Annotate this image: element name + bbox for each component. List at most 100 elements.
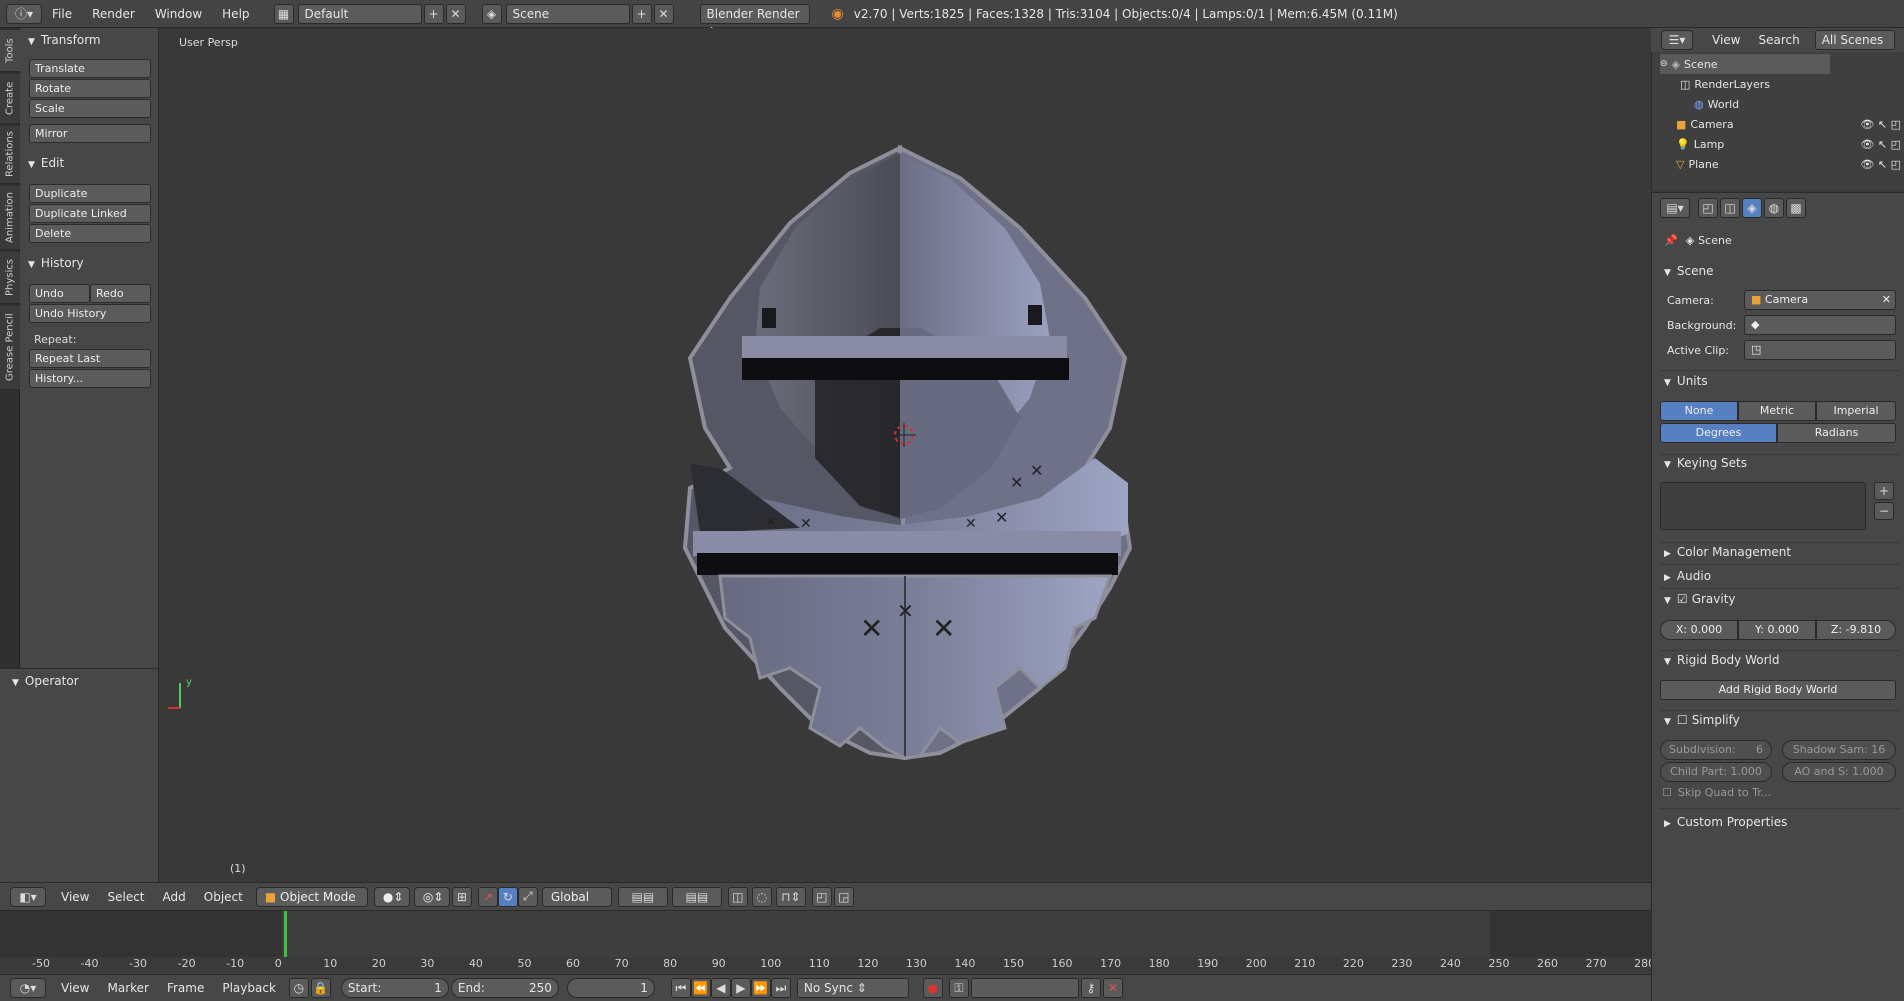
units-imperial-button[interactable]: Imperial: [1816, 401, 1896, 421]
shading-dropdown[interactable]: ●⇕: [373, 886, 410, 907]
remove-keying-set-button[interactable]: −: [1874, 502, 1894, 520]
mode-dropdown[interactable]: ■ Object Mode: [255, 886, 368, 907]
add-scene-button[interactable]: +: [631, 3, 652, 24]
scene-name-field[interactable]: Scene: [505, 3, 630, 24]
outliner-display-mode[interactable]: All Scenes: [1814, 30, 1895, 50]
gravity-panel-header[interactable]: ▼ ☑ Gravity: [1664, 592, 1736, 606]
layout-browse-button[interactable]: ▦: [273, 3, 294, 24]
visibility-eye-icon[interactable]: 👁 ↖ ◰: [1860, 158, 1901, 171]
delete-keyframe-button[interactable]: ✕: [1102, 978, 1123, 998]
viewport-editor-type-button[interactable]: ◧▾: [10, 886, 46, 907]
layers-block-1[interactable]: ▤▤: [617, 886, 668, 907]
keying-sets-panel-header[interactable]: ▼ Keying Sets: [1664, 456, 1747, 470]
visibility-eye-icon[interactable]: 👁 ↖ ◰: [1860, 118, 1901, 131]
color-management-panel-header[interactable]: ▶ Color Management: [1664, 545, 1791, 559]
tab-render[interactable]: ◰: [1698, 198, 1718, 218]
menu-object[interactable]: Object: [195, 890, 252, 904]
remove-layout-button[interactable]: ✕: [445, 3, 466, 24]
insert-keyframe-button[interactable]: ⚷: [1080, 978, 1101, 998]
menu-select[interactable]: Select: [98, 890, 153, 904]
rotate-button[interactable]: Rotate: [29, 79, 151, 98]
menu-add[interactable]: Add: [154, 890, 195, 904]
render-anim-button[interactable]: ◲: [833, 886, 854, 907]
transform-panel-header[interactable]: ▼ Transform: [28, 33, 101, 47]
subdivision-field[interactable]: Subdivision: 6: [1660, 740, 1772, 760]
lock-range-button[interactable]: 🔒: [310, 978, 331, 998]
keying-sets-list[interactable]: [1660, 482, 1866, 530]
play-reverse-button[interactable]: ◀: [710, 978, 731, 998]
tab-animation[interactable]: Animation: [0, 186, 20, 250]
jump-key-forward-button[interactable]: ⏩: [750, 978, 771, 998]
layout-name-field[interactable]: Default: [297, 3, 422, 24]
current-frame-field[interactable]: 1: [566, 978, 655, 998]
child-particles-field[interactable]: Child Part: 1.000: [1660, 762, 1772, 782]
scale-manipulator-button[interactable]: ⤢: [517, 886, 538, 907]
duplicate-button[interactable]: Duplicate: [29, 184, 151, 203]
units-metric-button[interactable]: Metric: [1738, 401, 1816, 421]
undo-button[interactable]: Undo: [29, 284, 90, 303]
degrees-button[interactable]: Degrees: [1660, 423, 1777, 443]
duplicate-linked-button[interactable]: Duplicate Linked: [29, 204, 151, 223]
scene-panel-header[interactable]: ▼ Scene: [1664, 264, 1714, 278]
redo-button[interactable]: Redo: [90, 284, 151, 303]
menu-playback[interactable]: Playback: [213, 981, 285, 995]
menu-view[interactable]: View: [52, 890, 98, 904]
outliner-menu-view[interactable]: View: [1703, 33, 1749, 47]
render-engine-dropdown[interactable]: Blender Render ⇕: [699, 3, 810, 39]
gravity-z-field[interactable]: Z: -9.810: [1816, 620, 1896, 640]
tab-create[interactable]: Create: [0, 74, 20, 124]
menu-marker[interactable]: Marker: [98, 981, 157, 995]
preview-range-button[interactable]: ◷: [288, 978, 309, 998]
menu-render[interactable]: Render: [82, 0, 145, 28]
gravity-checkbox[interactable]: ☑: [1677, 592, 1688, 606]
tab-tools[interactable]: Tools: [0, 30, 20, 72]
outliner-row-camera[interactable]: ■ Camera 👁 ↖ ◰: [1676, 114, 1901, 134]
simplify-panel-header[interactable]: ▼ ☐ Simplify: [1664, 713, 1740, 727]
tab-world[interactable]: ◍: [1764, 198, 1784, 218]
current-frame-cursor[interactable]: [284, 911, 287, 958]
outliner-row-plane[interactable]: ▽ Plane 👁 ↖ ◰: [1676, 154, 1901, 174]
camera-field[interactable]: ■ Camera ✕: [1744, 290, 1896, 310]
tab-scene[interactable]: ◈: [1742, 198, 1762, 218]
translate-button[interactable]: Translate: [29, 59, 151, 78]
properties-editor-type-button[interactable]: ▤▾: [1660, 198, 1690, 218]
render-button[interactable]: ◰: [811, 886, 832, 907]
outliner-row-renderlayers[interactable]: ◫ RenderLayers: [1680, 74, 1770, 94]
pin-icon[interactable]: 📌: [1664, 234, 1678, 247]
shadow-samples-field[interactable]: Shadow Sam: 16: [1782, 740, 1896, 760]
ao-sss-field[interactable]: AO and S: 1.000: [1782, 762, 1896, 782]
end-frame-field[interactable]: End: 250: [450, 978, 559, 998]
tab-physics[interactable]: Physics: [0, 252, 20, 304]
jump-key-back-button[interactable]: ⏪: [690, 978, 711, 998]
pivot-dropdown[interactable]: ◎⇕: [413, 886, 450, 907]
add-rigid-body-world-button[interactable]: Add Rigid Body World: [1660, 680, 1896, 700]
snap-dropdown[interactable]: ⊓⇕: [775, 886, 806, 907]
rigid-body-panel-header[interactable]: ▼ Rigid Body World: [1664, 653, 1779, 667]
background-field[interactable]: ◆: [1744, 315, 1896, 335]
outliner-row-world[interactable]: ◍ World: [1694, 94, 1739, 114]
translate-manipulator-button[interactable]: ↗: [477, 886, 498, 907]
mirror-button[interactable]: Mirror: [29, 124, 151, 143]
menu-file[interactable]: File: [42, 0, 82, 28]
remove-scene-button[interactable]: ✕: [653, 3, 674, 24]
3d-viewport[interactable]: ✕ ✕ ✕ ✕ ✕ ✕ ✕ ✕ ✕: [160, 28, 1651, 882]
simplify-checkbox[interactable]: ☐: [1677, 713, 1688, 727]
history-panel-header[interactable]: ▼ History: [28, 256, 84, 270]
scale-button[interactable]: Scale: [29, 99, 151, 118]
menu-frame[interactable]: Frame: [158, 981, 213, 995]
play-button[interactable]: ▶: [730, 978, 751, 998]
close-icon[interactable]: ✕: [1882, 291, 1891, 309]
outliner-row-scene[interactable]: ⊖ ◈ Scene: [1660, 54, 1830, 74]
tab-grease-pencil[interactable]: Grease Pencil: [0, 306, 20, 390]
orientation-dropdown[interactable]: Global ⇕: [541, 886, 612, 922]
sync-dropdown[interactable]: No Sync ⇕: [796, 978, 909, 998]
record-button[interactable]: ●: [922, 978, 943, 998]
visibility-eye-icon[interactable]: 👁 ↖ ◰: [1860, 138, 1901, 151]
keying-set-button[interactable]: ⚿: [948, 978, 969, 998]
units-panel-header[interactable]: ▼ Units: [1664, 374, 1708, 388]
menu-view[interactable]: View: [52, 981, 98, 995]
outliner-menu-search[interactable]: Search: [1749, 33, 1808, 47]
skip-quad-checkbox[interactable]: ☐ Skip Quad to Tr...: [1662, 786, 1771, 799]
add-keying-set-button[interactable]: +: [1874, 482, 1894, 500]
rotate-manipulator-button[interactable]: ↻: [497, 886, 518, 907]
